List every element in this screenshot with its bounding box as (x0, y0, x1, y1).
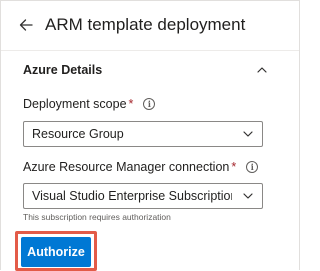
info-icon[interactable]: i (246, 161, 259, 173)
authorization-helper-text: This subscription requires authorization (23, 212, 171, 222)
header-divider (1, 50, 299, 51)
section-title: Azure Details (23, 63, 103, 77)
chevron-down-icon (243, 131, 253, 137)
required-mark: * (128, 97, 134, 111)
arm-connection-dropdown[interactable]: Visual Studio Enterprise Subscription(ac… (23, 183, 263, 209)
deployment-scope-label: Deployment scope * i (23, 97, 156, 111)
arm-template-panel: ARM template deployment Azure Details De… (0, 0, 300, 271)
deployment-scope-label-text: Deployment scope (23, 97, 127, 111)
panel-header: ARM template deployment (1, 1, 299, 51)
deployment-scope-dropdown[interactable]: Resource Group (23, 121, 263, 147)
authorize-button[interactable]: Authorize (21, 237, 91, 267)
page-title: ARM template deployment (45, 15, 246, 34)
arm-connection-label-text: Azure Resource Manager connection (23, 160, 230, 174)
arm-connection-label: Azure Resource Manager connection * i (23, 160, 259, 174)
info-icon[interactable]: i (143, 98, 156, 110)
arrow-left-icon (19, 19, 33, 31)
chevron-up-icon (257, 67, 267, 73)
chevron-down-icon (243, 193, 253, 199)
back-button[interactable] (13, 12, 39, 38)
deployment-scope-value: Resource Group (32, 127, 124, 141)
required-mark: * (231, 160, 237, 174)
arm-connection-value: Visual Studio Enterprise Subscription(ac… (32, 189, 232, 203)
section-collapse-button[interactable] (253, 61, 271, 79)
